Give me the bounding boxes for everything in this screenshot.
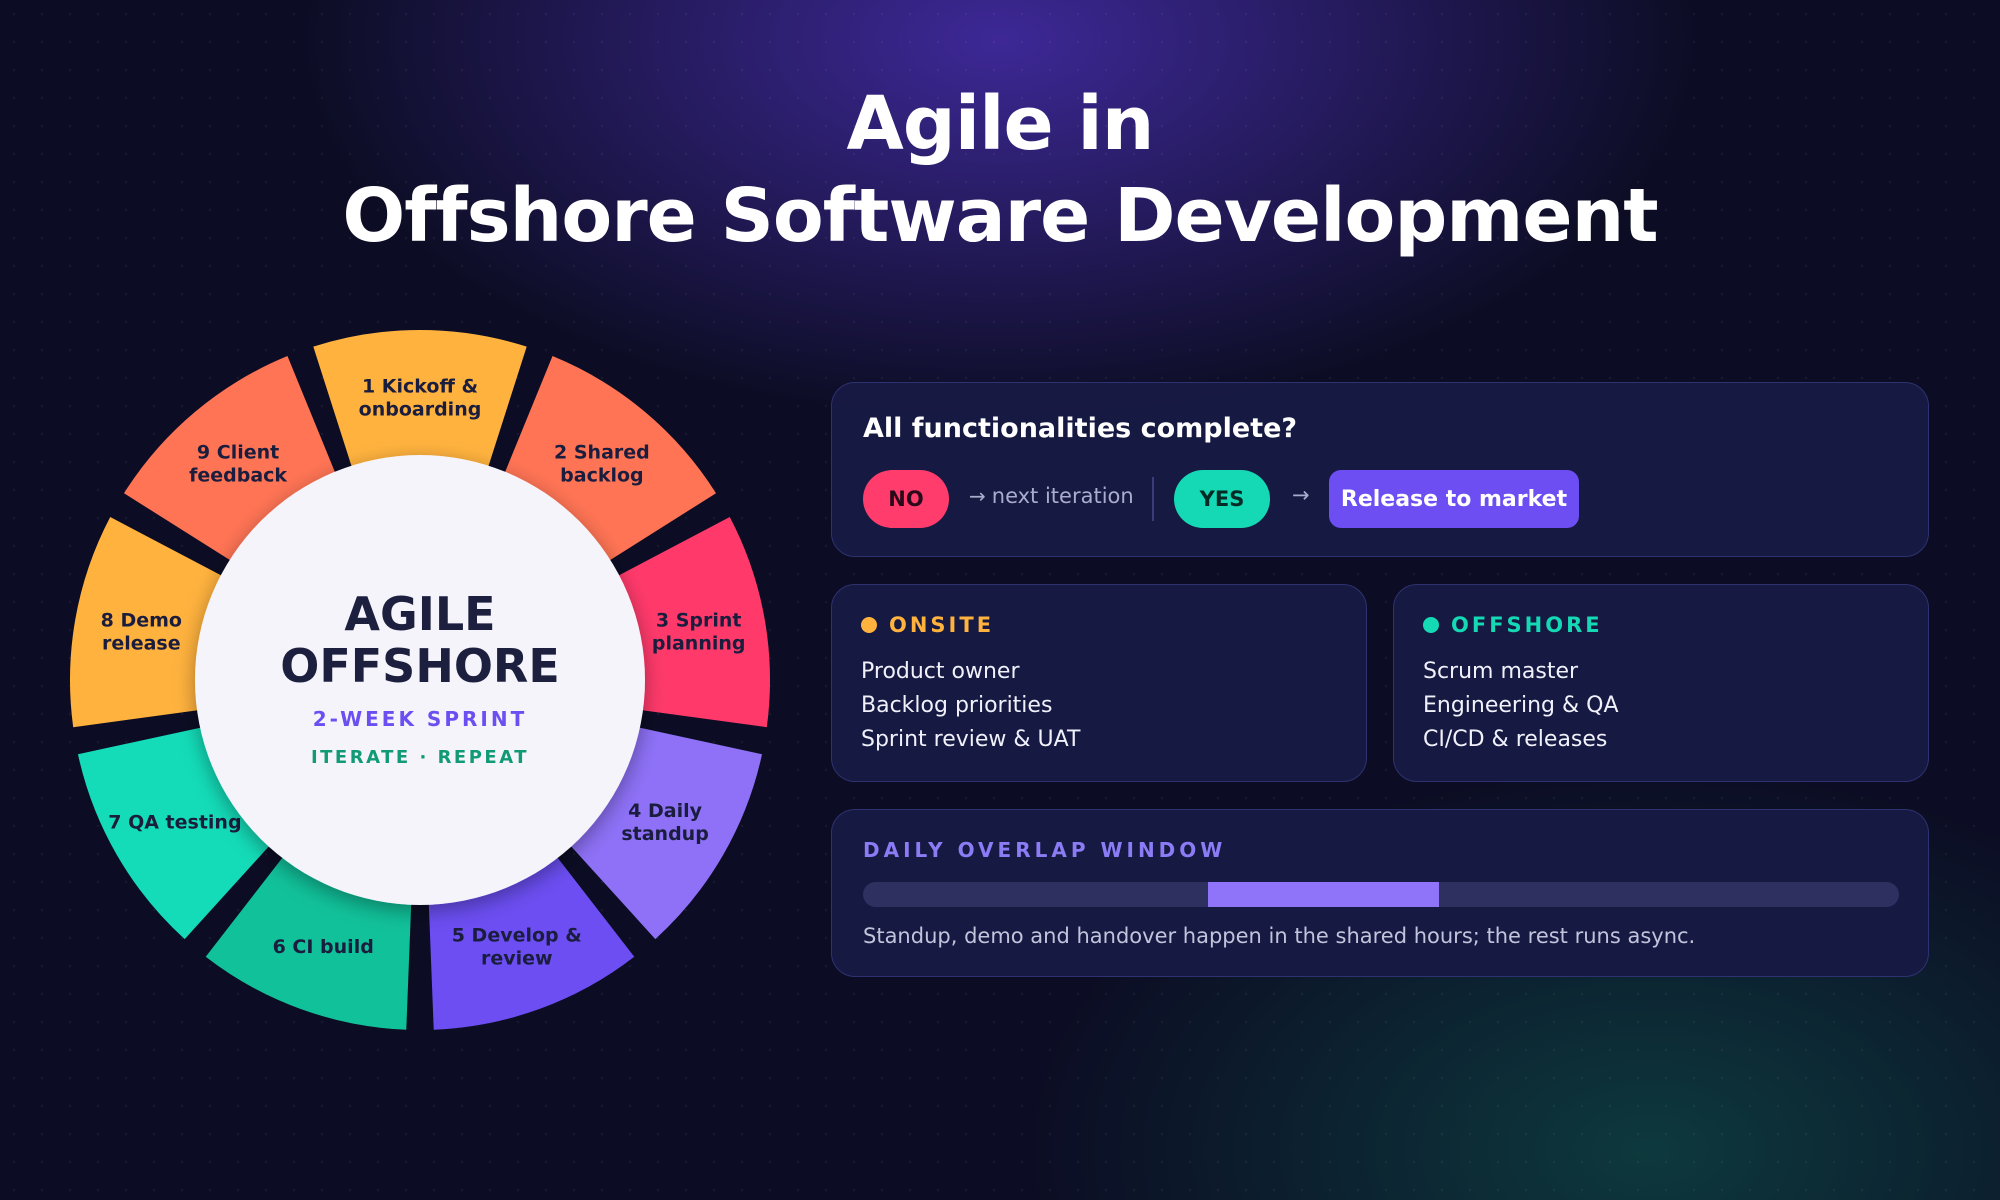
onsite-responsibilities: Product owner Backlog priorities Sprint re… xyxy=(861,655,1080,757)
offshore-dot-icon xyxy=(1423,617,1439,633)
arrow-right-icon: → xyxy=(1292,483,1310,507)
wheel-segment-label-2: 2 Shared backlog xyxy=(554,442,650,487)
onsite-item-3: Sprint review & UAT xyxy=(861,727,1081,752)
hub-title-line-1: AGILE xyxy=(344,587,495,641)
hub-title-line-2: OFFSHORE xyxy=(280,639,560,693)
wheel-segment-label-3: 3 Sprint planning xyxy=(652,609,746,654)
decision-divider xyxy=(1152,477,1154,521)
wheel-segment-label-7: 7 QA testing xyxy=(108,812,241,834)
onsite-heading: ONSITE xyxy=(861,613,994,637)
offshore-card: OFFSHORE Scrum master Engineering & QA CI/… xyxy=(1393,584,1929,782)
onsite-card: ONSITE Product owner Backlog priorities Sp… xyxy=(831,584,1367,782)
hub-iterate-repeat: ITERATE · REPEAT xyxy=(311,747,529,768)
onsite-item-1: Product owner xyxy=(861,659,1020,684)
offshore-responsibilities: Scrum master Engineering & QA CI/CD & rele… xyxy=(1423,655,1619,757)
overlap-card: DAILY OVERLAP WINDOW Standup, demo and h… xyxy=(831,809,1929,977)
offshore-item-3: CI/CD & releases xyxy=(1423,727,1608,752)
offshore-heading: OFFSHORE xyxy=(1423,613,1603,637)
release-to-market-button[interactable]: Release to market xyxy=(1329,470,1579,528)
yes-button[interactable]: YES xyxy=(1174,470,1270,528)
onsite-dot-icon xyxy=(861,617,877,633)
wheel-segment-label-1: 1 Kickoff & onboarding xyxy=(359,376,482,421)
wheel-segment-label-8: 8 Demo release xyxy=(101,609,182,654)
wheel-segment-label-9: 9 Client feedback xyxy=(189,442,287,487)
onsite-item-2: Backlog priorities xyxy=(861,693,1053,718)
next-iteration-label: next iteration xyxy=(991,484,1134,508)
arrow-right-icon: → xyxy=(969,484,986,508)
overlap-note: Standup, demo and handover happen in the… xyxy=(863,924,1696,948)
wheel-segment-label-4: 4 Daily standup xyxy=(621,800,708,845)
offshore-title: OFFSHORE xyxy=(1451,613,1603,637)
overlap-heading: DAILY OVERLAP WINDOW xyxy=(863,838,1227,862)
onsite-title: ONSITE xyxy=(889,613,995,637)
no-button[interactable]: NO xyxy=(863,470,949,528)
offshore-item-1: Scrum master xyxy=(1423,659,1579,684)
next-iteration-note: → next iteration xyxy=(969,484,1134,508)
overlap-timeline-track xyxy=(863,882,1899,907)
hub-sprint-length: 2-WEEK SPRINT xyxy=(313,707,527,731)
offshore-item-2: Engineering & QA xyxy=(1423,693,1619,718)
overlap-window-fill xyxy=(1207,882,1439,907)
decision-card: All functionalities complete? NO → next … xyxy=(831,382,1929,557)
decision-question: All functionalities complete? xyxy=(863,413,1298,444)
wheel-segment-label-6: 6 CI build xyxy=(273,936,374,958)
